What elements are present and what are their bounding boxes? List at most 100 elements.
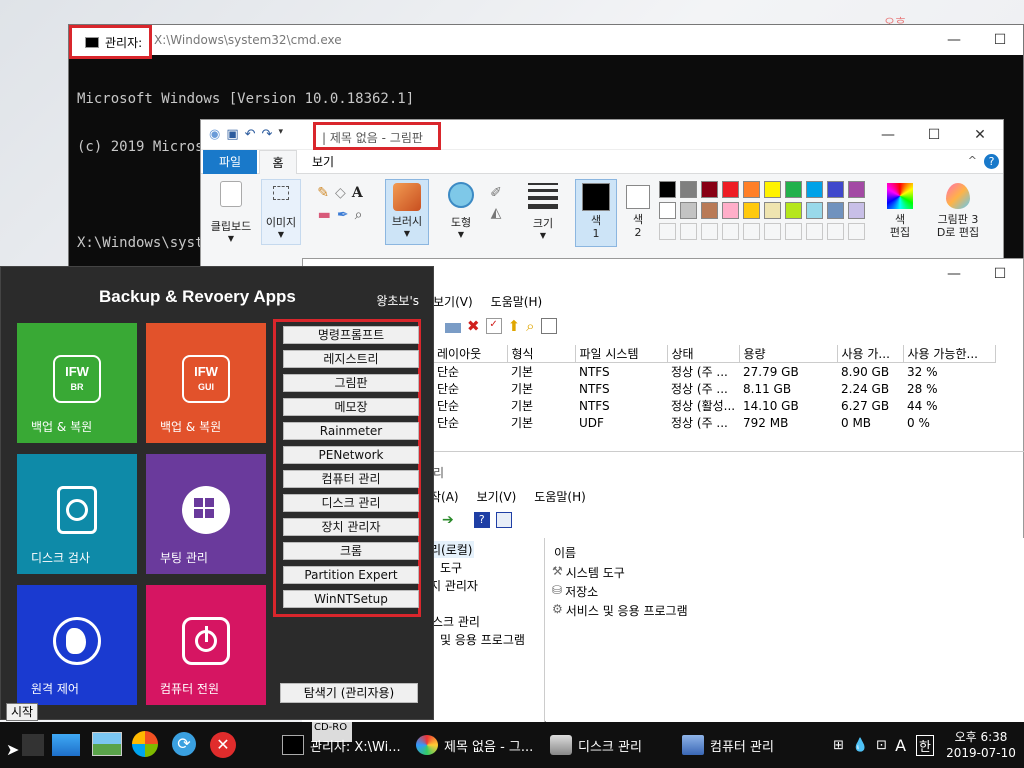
- palette-empty-swatch[interactable]: [806, 223, 823, 240]
- cmd-minimize-button[interactable]: —: [931, 25, 977, 55]
- task-computer-management[interactable]: 컴퓨터 관리: [682, 722, 774, 768]
- paint-titlebar[interactable]: ◉ ▣ ↶ ↷ ▾ | 제목 없음 - 그림판 — ☐ ✕: [201, 120, 1003, 150]
- palette-empty-swatch[interactable]: [659, 223, 676, 240]
- color-picker-icon[interactable]: ✒: [337, 207, 349, 223]
- refresh-icon[interactable]: ⟳: [172, 732, 196, 756]
- paint3d-button[interactable]: 그림판 3 D로 편집: [927, 179, 989, 239]
- app-registry[interactable]: 레지스트리: [283, 350, 419, 368]
- app-cmd[interactable]: 명령프롬프트: [283, 326, 419, 344]
- list-item[interactable]: ⚙ 서비스 및 응용 프로그램: [552, 602, 688, 619]
- redo-icon[interactable]: ↷: [262, 127, 273, 142]
- tab-file[interactable]: 파일: [203, 150, 257, 174]
- tree-item-tools[interactable]: 도구: [440, 559, 462, 576]
- explorer-admin-button[interactable]: 탐색기 (관리자용): [280, 683, 418, 703]
- app-computer-mgmt[interactable]: 컴퓨터 관리: [283, 470, 419, 488]
- palette-color-swatch[interactable]: [827, 181, 844, 198]
- palette-empty-swatch[interactable]: [764, 223, 781, 240]
- pencil-icon[interactable]: ✎: [317, 185, 329, 201]
- palette-empty-swatch[interactable]: [701, 223, 718, 240]
- tab-view[interactable]: 보기: [301, 150, 345, 174]
- menu-view[interactable]: 보기(V): [433, 293, 473, 310]
- palette-color-swatch[interactable]: [680, 181, 697, 198]
- help-icon[interactable]: ?: [984, 154, 999, 169]
- start-button[interactable]: [22, 734, 44, 756]
- tile-power[interactable]: 컴퓨터 전원: [146, 585, 266, 705]
- palette-empty-swatch[interactable]: [785, 223, 802, 240]
- palette-color-swatch[interactable]: [659, 202, 676, 219]
- brushes-group[interactable]: 브러시 ▼: [385, 179, 429, 245]
- palette-empty-swatch[interactable]: [827, 223, 844, 240]
- keyboard-icon[interactable]: ⊡: [876, 738, 887, 753]
- properties-icon[interactable]: ✓: [485, 318, 502, 334]
- palette-color-swatch[interactable]: [848, 202, 865, 219]
- palette-color-swatch[interactable]: [722, 202, 739, 219]
- ime-mode[interactable]: A: [895, 736, 906, 755]
- image-group[interactable]: 이미지 ▼: [261, 179, 301, 245]
- col-layout[interactable]: 레이아웃: [433, 345, 508, 363]
- col-filesystem[interactable]: 파일 시스템: [575, 345, 668, 363]
- table-row[interactable]: 단순 기본 UDF 정상 (주 ... 792 MB 0 MB 0 %: [433, 414, 995, 431]
- desktop-icon[interactable]: [52, 734, 80, 756]
- app-penetwork[interactable]: PENetwork: [283, 446, 419, 464]
- app-winntsetup[interactable]: WinNTSetup: [283, 590, 419, 608]
- palette-empty-swatch[interactable]: [722, 223, 739, 240]
- table-row[interactable]: 단순 기본 NTFS 정상 (주 ... 8.11 GB 2.24 GB 28 …: [433, 380, 995, 397]
- palette-color-swatch[interactable]: [806, 202, 823, 219]
- color2-button[interactable]: 색2: [621, 179, 655, 239]
- list-header-name[interactable]: 이름: [554, 544, 576, 561]
- cmd-maximize-button[interactable]: ☐: [977, 25, 1023, 55]
- palette-color-swatch[interactable]: [701, 181, 718, 198]
- tab-home[interactable]: 홈: [259, 150, 297, 174]
- disk-mgmt-minimize-button[interactable]: —: [931, 259, 977, 289]
- app-chrome[interactable]: 크롬: [283, 542, 419, 560]
- color1-button[interactable]: 색1: [575, 179, 617, 247]
- palette-color-swatch[interactable]: [659, 181, 676, 198]
- tile-disk-check[interactable]: 디스크 검사: [17, 454, 137, 574]
- palette-color-swatch[interactable]: [743, 181, 760, 198]
- col-free-pct[interactable]: 사용 가능한...: [903, 345, 996, 363]
- app-rainmeter[interactable]: Rainmeter: [283, 422, 419, 440]
- tree-item-disk-management[interactable]: 스크 관리: [432, 613, 480, 630]
- list-item[interactable]: ⚒ 시스템 도구: [552, 564, 625, 581]
- delete-icon[interactable]: ✖: [467, 317, 480, 335]
- export-icon[interactable]: ➔: [442, 512, 454, 528]
- app-paint[interactable]: 그림판: [283, 374, 419, 392]
- tree-item-device-manager[interactable]: 지 관리자: [430, 577, 478, 594]
- table-row[interactable]: 단순 기본 NTFS 정상 (활성... 14.10 GB 6.27 GB 44…: [433, 397, 995, 414]
- drop-icon[interactable]: 💧: [852, 738, 868, 753]
- task-paint[interactable]: 제목 없음 - 그...: [416, 722, 533, 768]
- tile-remote-control[interactable]: 원격 제어: [17, 585, 137, 705]
- app-notepad[interactable]: 메모장: [283, 398, 419, 416]
- paint-maximize-button[interactable]: ☐: [911, 120, 957, 150]
- menu-view[interactable]: 보기(V): [477, 488, 517, 505]
- col-capacity[interactable]: 용량: [739, 345, 838, 363]
- col-status[interactable]: 상태: [667, 345, 740, 363]
- clock[interactable]: 오후 6:38 2019-07-10: [938, 729, 1024, 761]
- clipboard-group[interactable]: 클립보드 ▼: [205, 179, 257, 243]
- help-icon[interactable]: ?: [473, 512, 490, 528]
- palette-color-swatch[interactable]: [743, 202, 760, 219]
- task-cmd[interactable]: 관리자: X:\Wi...: [282, 722, 401, 768]
- connect-icon[interactable]: [445, 322, 461, 333]
- palette-color-swatch[interactable]: [722, 181, 739, 198]
- text-icon[interactable]: A: [352, 185, 363, 201]
- up-icon[interactable]: ⬆: [508, 317, 521, 335]
- col-type[interactable]: 형식: [507, 345, 576, 363]
- tree-item-services[interactable]: 및 응용 프로그램: [440, 631, 525, 648]
- menu-help[interactable]: 도움말(H): [491, 293, 543, 310]
- paint-minimize-button[interactable]: —: [865, 120, 911, 150]
- palette-color-swatch[interactable]: [848, 181, 865, 198]
- task-disk-management[interactable]: 디스크 관리: [550, 722, 642, 768]
- app-partition-expert[interactable]: Partition Expert: [283, 566, 419, 584]
- tile-ifw-br[interactable]: IFW BR 백업 & 복원: [17, 323, 137, 443]
- cmd-titlebar[interactable]: X:\Windows\system32\cmd.exe 관리자: — ☐: [69, 25, 1023, 59]
- palette-color-swatch[interactable]: [806, 181, 823, 198]
- windows-orb-icon[interactable]: [132, 731, 158, 757]
- eraser-icon[interactable]: ▬: [318, 207, 331, 223]
- tile-boot-manager[interactable]: 부팅 관리: [146, 454, 266, 574]
- palette-color-swatch[interactable]: [764, 181, 781, 198]
- palette-color-swatch[interactable]: [701, 202, 718, 219]
- edit-colors-button[interactable]: 색 편집: [883, 179, 917, 239]
- fill-icon[interactable]: ◇: [335, 185, 346, 201]
- table-row[interactable]: 단순 기본 NTFS 정상 (주 ... 27.79 GB 8.90 GB 32…: [433, 363, 995, 381]
